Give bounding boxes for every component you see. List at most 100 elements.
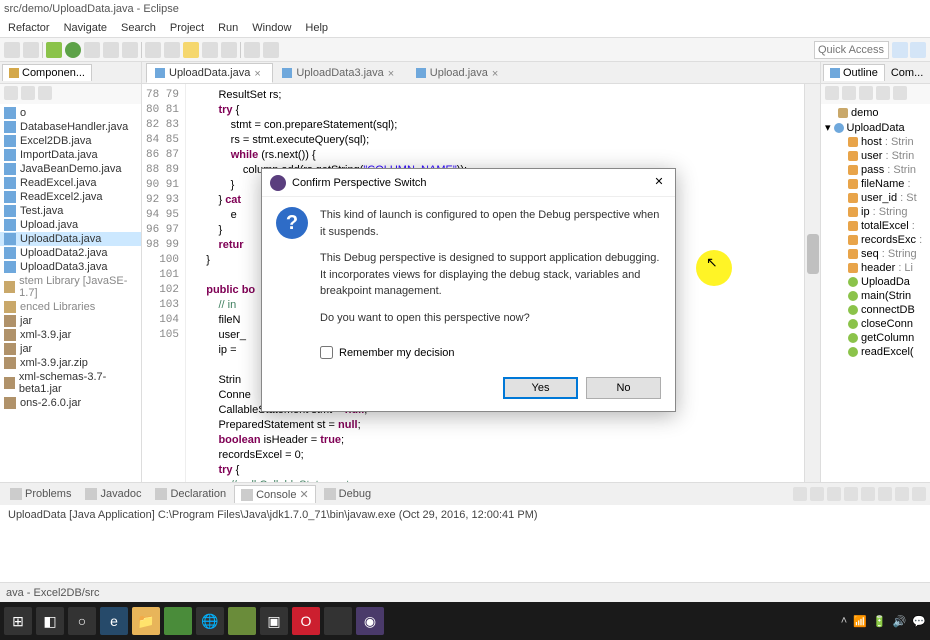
file-item[interactable]: ReadExcel2.java [0, 190, 141, 204]
outline-field[interactable]: fileName : [823, 177, 928, 191]
forward-icon[interactable] [263, 42, 279, 58]
collapse-all-icon[interactable] [4, 86, 18, 100]
file-item[interactable]: DatabaseHandler.java [0, 120, 141, 134]
jar-item[interactable]: jar [0, 314, 141, 328]
outline-field[interactable]: pass : Strin [823, 163, 928, 177]
task-app2-icon[interactable] [324, 607, 352, 635]
battery-icon[interactable]: 🔋 [873, 615, 887, 628]
terminate-icon[interactable] [793, 487, 807, 501]
task-notepad-icon[interactable] [228, 607, 256, 635]
task-start-icon[interactable]: ⊞ [4, 607, 32, 635]
ext-tools-icon[interactable] [122, 42, 138, 58]
jar-item[interactable]: xml-3.9.jar.zip [0, 356, 141, 370]
link-editor-icon[interactable] [21, 86, 35, 100]
package-explorer-tab[interactable]: Componen... [2, 64, 92, 81]
wifi-icon[interactable]: 📶 [853, 615, 867, 628]
annotate-icon[interactable] [221, 42, 237, 58]
search-icon[interactable] [202, 42, 218, 58]
task-opera-icon[interactable]: O [292, 607, 320, 635]
outline-field[interactable]: host : Strin [823, 135, 928, 149]
menu-run[interactable]: Run [212, 20, 244, 36]
coverage-icon[interactable] [103, 42, 119, 58]
outline-method[interactable]: getColumn [823, 331, 928, 345]
hide-fields-icon[interactable] [842, 86, 856, 100]
clear-console-icon[interactable] [844, 487, 858, 501]
bottom-tab-debug[interactable]: Debug [318, 486, 377, 502]
yes-button[interactable]: Yes [503, 377, 578, 399]
file-item[interactable]: UploadData3.java [0, 260, 141, 274]
save-all-icon[interactable] [23, 42, 39, 58]
file-item[interactable]: o [0, 106, 141, 120]
jar-item[interactable]: jar [0, 342, 141, 356]
notifications-icon[interactable]: 💬 [912, 615, 926, 628]
hide-local-icon[interactable] [893, 86, 907, 100]
run-last-icon[interactable] [84, 42, 100, 58]
outline-method[interactable]: connectDB [823, 303, 928, 317]
file-item[interactable]: Excel2DB.java [0, 134, 141, 148]
scroll-lock-icon[interactable] [861, 487, 875, 501]
task-eclipse-icon[interactable]: ◉ [356, 607, 384, 635]
quick-access-input[interactable] [814, 41, 889, 59]
open-type-icon[interactable] [183, 42, 199, 58]
menu-project[interactable]: Project [164, 20, 210, 36]
dialog-titlebar[interactable]: Confirm Perspective Switch ✕ [262, 169, 675, 197]
editor-tab[interactable]: UploadData.java× [146, 63, 273, 83]
outline-field[interactable]: ip : String [823, 205, 928, 219]
outline-field[interactable]: totalExcel : [823, 219, 928, 233]
jar-item[interactable]: xml-schemas-3.7-beta1.jar [0, 370, 141, 396]
new-package-icon[interactable] [164, 42, 180, 58]
run-icon[interactable] [65, 42, 81, 58]
perspective-java-icon[interactable] [892, 42, 908, 58]
file-item[interactable]: UploadData2.java [0, 246, 141, 260]
task-chrome-icon[interactable]: 🌐 [196, 607, 224, 635]
open-console-icon[interactable] [912, 487, 926, 501]
display-console-icon[interactable] [895, 487, 909, 501]
outline-field[interactable]: seq : String [823, 247, 928, 261]
editor-tab[interactable]: Upload.java× [407, 63, 511, 83]
bottom-tab-javadoc[interactable]: Javadoc [79, 486, 147, 502]
outline-tab[interactable]: Outline [823, 64, 885, 81]
editor-scrollbar[interactable] [804, 84, 820, 482]
menu-search[interactable]: Search [115, 20, 162, 36]
outline-field[interactable]: header : Li [823, 261, 928, 275]
task-explorer-icon[interactable]: 📁 [132, 607, 160, 635]
menu-help[interactable]: Help [299, 20, 334, 36]
bottom-tab-declaration[interactable]: Declaration [149, 486, 232, 502]
outline-tree[interactable]: demo▾UploadDatahost : Strinuser : Strinp… [821, 104, 930, 482]
outline-field[interactable]: recordsExc : [823, 233, 928, 247]
tray-up-icon[interactable]: ˄ [841, 615, 847, 627]
task-app-icon[interactable] [164, 607, 192, 635]
back-icon[interactable] [244, 42, 260, 58]
outline-method[interactable]: readExcel( [823, 345, 928, 359]
remember-decision-checkbox[interactable] [320, 346, 333, 359]
outline-method[interactable]: closeConn [823, 317, 928, 331]
task-edge-icon[interactable]: e [100, 607, 128, 635]
editor-tab[interactable]: UploadData3.java× [273, 63, 406, 83]
task-view-icon[interactable]: ◧ [36, 607, 64, 635]
file-item[interactable]: ReadExcel.java [0, 176, 141, 190]
pin-console-icon[interactable] [878, 487, 892, 501]
outline-tab-2[interactable]: Com... [885, 65, 929, 81]
outline-method[interactable]: UploadDa [823, 275, 928, 289]
jar-item[interactable]: ons-2.6.0.jar [0, 396, 141, 410]
bottom-tab-console[interactable]: Console ✕ [234, 485, 316, 503]
remove-all-icon[interactable] [827, 487, 841, 501]
volume-icon[interactable]: 🔊 [893, 615, 907, 628]
perspective-debug-icon[interactable] [910, 42, 926, 58]
file-item[interactable]: Test.java [0, 204, 141, 218]
menu-window[interactable]: Window [246, 20, 297, 36]
library-item[interactable]: stem Library [JavaSE-1.7] [0, 274, 141, 300]
debug-icon[interactable] [46, 42, 62, 58]
library-item[interactable]: enced Libraries [0, 300, 141, 314]
file-item[interactable]: Upload.java [0, 218, 141, 232]
outline-method[interactable]: main(Strin [823, 289, 928, 303]
dialog-close-button[interactable]: ✕ [651, 175, 667, 191]
task-cortana-icon[interactable]: ○ [68, 607, 96, 635]
hide-static-icon[interactable] [859, 86, 873, 100]
sort-icon[interactable] [825, 86, 839, 100]
outline-field[interactable]: user : Strin [823, 149, 928, 163]
scrollbar-thumb[interactable] [807, 234, 819, 274]
file-item[interactable]: JavaBeanDemo.java [0, 162, 141, 176]
save-icon[interactable] [4, 42, 20, 58]
hide-non-public-icon[interactable] [876, 86, 890, 100]
